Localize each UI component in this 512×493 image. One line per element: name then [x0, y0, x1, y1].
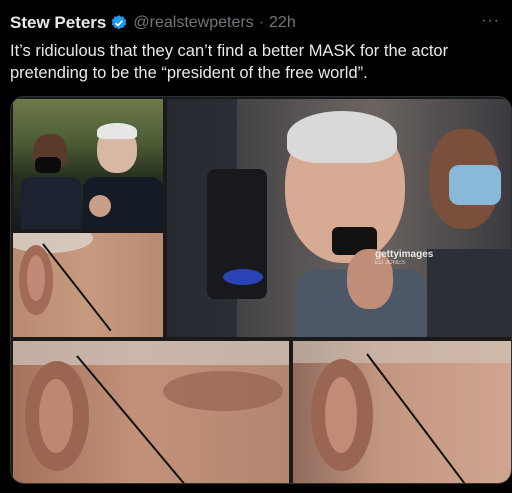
tweet-header: Stew Peters @realstewpeters · 22h ··· [10, 12, 502, 34]
photo-ear-large-right[interactable] [293, 341, 511, 483]
more-options-icon[interactable]: ··· [481, 12, 500, 30]
display-name[interactable]: Stew Peters [10, 13, 106, 33]
photo-ear-large-left[interactable] [13, 341, 289, 483]
verified-badge-icon [110, 14, 128, 32]
photo-group[interactable] [13, 99, 163, 229]
photo-ear-small[interactable] [13, 233, 163, 337]
media-grid[interactable]: gettyimages ED JONES [10, 96, 512, 484]
handle[interactable]: @realstewpeters [133, 14, 253, 32]
photo-closeup[interactable]: gettyimages ED JONES [167, 99, 511, 337]
separator: · [258, 14, 265, 31]
getty-watermark: gettyimages ED JONES [375, 249, 434, 266]
timestamp[interactable]: 22h [269, 14, 296, 32]
tweet-text: It’s ridiculous that they can’t find a b… [10, 42, 449, 82]
